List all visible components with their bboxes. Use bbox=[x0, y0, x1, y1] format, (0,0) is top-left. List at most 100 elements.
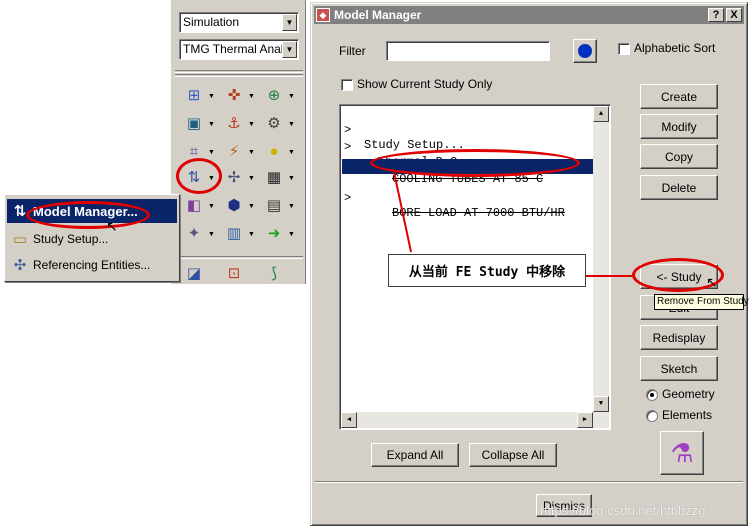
annotation-ellipse-tree-row bbox=[370, 149, 580, 177]
dropdown-arrow-icon[interactable]: ▼ bbox=[248, 149, 256, 156]
sketch-button[interactable]: Sketch bbox=[640, 356, 718, 381]
expand-toggle-icon[interactable]: > bbox=[344, 191, 354, 206]
menu-item-label: Referencing Entities... bbox=[33, 258, 151, 272]
tool-panel: Simulation ▼ TMG Thermal Anal ▼ ⊞ ▼ ✜ ▼ … bbox=[170, 0, 306, 284]
annotation-callout: 从当前 FE Study 中移除 bbox=[388, 254, 586, 287]
collapse-all-button[interactable]: Collapse All bbox=[469, 443, 557, 467]
arrow-right-icon[interactable]: ➜ bbox=[263, 222, 285, 244]
create-button[interactable]: Create bbox=[640, 84, 718, 109]
referencing-entities-icon: ✣ bbox=[13, 257, 27, 274]
elements-radio[interactable] bbox=[646, 410, 658, 422]
modify-button[interactable]: Modify bbox=[640, 114, 718, 139]
mouse-cursor-icon: ↖ bbox=[706, 274, 718, 290]
show-current-study-checkbox[interactable] bbox=[341, 79, 353, 91]
chevron-down-icon[interactable]: ▼ bbox=[282, 14, 297, 31]
alphabetic-sort-checkbox[interactable] bbox=[618, 43, 630, 55]
dropdown-arrow-icon[interactable]: ▼ bbox=[288, 93, 296, 100]
geometry-label: Geometry bbox=[662, 387, 715, 401]
property-tool-icon[interactable]: ▥ bbox=[223, 222, 245, 244]
watermark: https://blog.csdn.net/htbbzzg bbox=[540, 503, 706, 518]
transform-tool-icon[interactable]: ✢ bbox=[223, 166, 245, 188]
dropdown-arrow-icon[interactable]: ▼ bbox=[248, 231, 256, 238]
dropdown-arrow-icon[interactable]: ▼ bbox=[248, 121, 256, 128]
toolbar-separator bbox=[175, 74, 303, 77]
model-view-icon-button[interactable]: ⚗ bbox=[660, 431, 704, 475]
show-current-study-label: Show Current Study Only bbox=[357, 77, 493, 91]
constraint-tool-icon[interactable]: ⚓ bbox=[223, 112, 245, 134]
light-bulb-icon[interactable]: ● bbox=[263, 140, 285, 162]
results-tool-icon[interactable]: ✦ bbox=[183, 222, 205, 244]
solver-select[interactable]: TMG Thermal Anal ▼ bbox=[179, 39, 299, 60]
tooltip: Remove From Study bbox=[654, 294, 749, 310]
scroll-down-icon[interactable]: ▼ bbox=[593, 396, 609, 412]
curve-tool-icon[interactable]: ⟆ bbox=[263, 262, 285, 284]
close-button[interactable]: X bbox=[726, 8, 742, 22]
filter-label: Filter bbox=[339, 44, 366, 58]
menu-item-label: Study Setup... bbox=[33, 232, 109, 246]
horizontal-scrollbar[interactable]: ◀ ▶ bbox=[341, 412, 593, 428]
point-tool-icon[interactable]: ⊡ bbox=[223, 262, 245, 284]
heat-load-tool-icon[interactable]: ⚡ bbox=[223, 140, 245, 162]
dropdown-arrow-icon[interactable]: ▼ bbox=[208, 93, 216, 100]
chevron-down-icon[interactable]: ▼ bbox=[282, 41, 297, 58]
dropdown-arrow-icon[interactable]: ▼ bbox=[208, 203, 216, 210]
dropdown-arrow-icon[interactable]: ▼ bbox=[288, 121, 296, 128]
annotation-ellipse-menu bbox=[26, 201, 150, 229]
dropdown-arrow-icon[interactable]: ▼ bbox=[248, 203, 256, 210]
report-tool-icon[interactable]: ▤ bbox=[263, 194, 285, 216]
module-select[interactable]: Simulation ▼ bbox=[179, 12, 299, 33]
redisplay-button[interactable]: Redisplay bbox=[640, 325, 718, 350]
filter-apply-button[interactable] bbox=[573, 39, 597, 63]
scroll-left-icon[interactable]: ◀ bbox=[341, 412, 357, 428]
model-view-icon: ⚗ bbox=[670, 437, 694, 468]
dropdown-arrow-icon[interactable]: ▼ bbox=[288, 231, 296, 238]
elements-label: Elements bbox=[662, 408, 713, 422]
material-tool-icon[interactable]: ⬢ bbox=[223, 194, 245, 216]
connection-tool-icon[interactable]: ⊕ bbox=[263, 84, 285, 106]
help-button[interactable]: ? bbox=[708, 8, 724, 22]
analysis-tool-icon[interactable]: ⚙ bbox=[263, 112, 285, 134]
mouse-cursor-icon: ↖ bbox=[106, 218, 118, 234]
menu-item-study-setup[interactable]: ▭ Study Setup... bbox=[7, 227, 177, 251]
study-tool-icon[interactable]: ◧ bbox=[183, 194, 205, 216]
tree-row-label: BORE LOAD AT 7000 BTU/HR bbox=[392, 206, 565, 220]
dropdown-arrow-icon[interactable]: ▼ bbox=[208, 149, 216, 156]
tree-row-label: BORE LOAD AT 5800 BTU/HR bbox=[392, 189, 565, 203]
alphabetic-sort-label: Alphabetic Sort bbox=[634, 41, 716, 55]
copy-button[interactable]: Copy bbox=[640, 144, 718, 169]
scroll-up-icon[interactable]: ▲ bbox=[593, 106, 609, 122]
module-select-value: Simulation bbox=[183, 15, 240, 29]
dropdown-arrow-icon[interactable]: ▼ bbox=[288, 149, 296, 156]
dropdown-arrow-icon[interactable]: ▼ bbox=[288, 203, 296, 210]
grid-tool-icon[interactable]: ▦ bbox=[263, 166, 285, 188]
delete-button[interactable]: Delete bbox=[640, 175, 718, 200]
annotation-connector-line bbox=[586, 275, 634, 277]
toolbar-separator bbox=[175, 256, 303, 259]
dropdown-arrow-icon[interactable]: ▼ bbox=[208, 121, 216, 128]
dropdown-arrow-icon[interactable]: ▼ bbox=[208, 231, 216, 238]
tree-row[interactable]: > BORE LOAD AT 7000 BTU/HR bbox=[342, 176, 595, 220]
app-icon: ◆ bbox=[316, 8, 330, 22]
menu-item-referencing-entities[interactable]: ✣ Referencing Entities... bbox=[7, 253, 177, 277]
vertical-scrollbar[interactable]: ▲ ▼ bbox=[593, 106, 609, 428]
geometry-radio[interactable] bbox=[646, 389, 658, 401]
toolbar-separator bbox=[175, 70, 303, 73]
load-tool-icon[interactable]: ✜ bbox=[223, 84, 245, 106]
solver-select-value: TMG Thermal Anal bbox=[183, 42, 284, 56]
filter-input[interactable] bbox=[386, 41, 550, 61]
filter-circle-icon bbox=[578, 44, 592, 58]
dropdown-arrow-icon[interactable]: ▼ bbox=[288, 175, 296, 182]
scroll-right-icon[interactable]: ▶ bbox=[577, 412, 593, 428]
study-setup-icon: ▭ bbox=[12, 231, 28, 248]
annotation-ellipse-toolbar bbox=[176, 158, 222, 194]
dropdown-arrow-icon[interactable]: ▼ bbox=[248, 175, 256, 182]
expand-all-button[interactable]: Expand All bbox=[371, 443, 459, 467]
title-bar[interactable]: ◆ Model Manager ? X bbox=[314, 6, 744, 24]
view-tool-icon[interactable]: ◪ bbox=[183, 262, 205, 284]
divider bbox=[315, 481, 743, 483]
element-tool-icon[interactable]: ▣ bbox=[183, 112, 205, 134]
mesh-tool-icon[interactable]: ⊞ bbox=[183, 84, 205, 106]
dropdown-arrow-icon[interactable]: ▼ bbox=[248, 93, 256, 100]
tree-row[interactable]: > Study Setup... bbox=[342, 108, 595, 152]
tree-row[interactable]: > Thermal B.C. bbox=[342, 125, 595, 169]
